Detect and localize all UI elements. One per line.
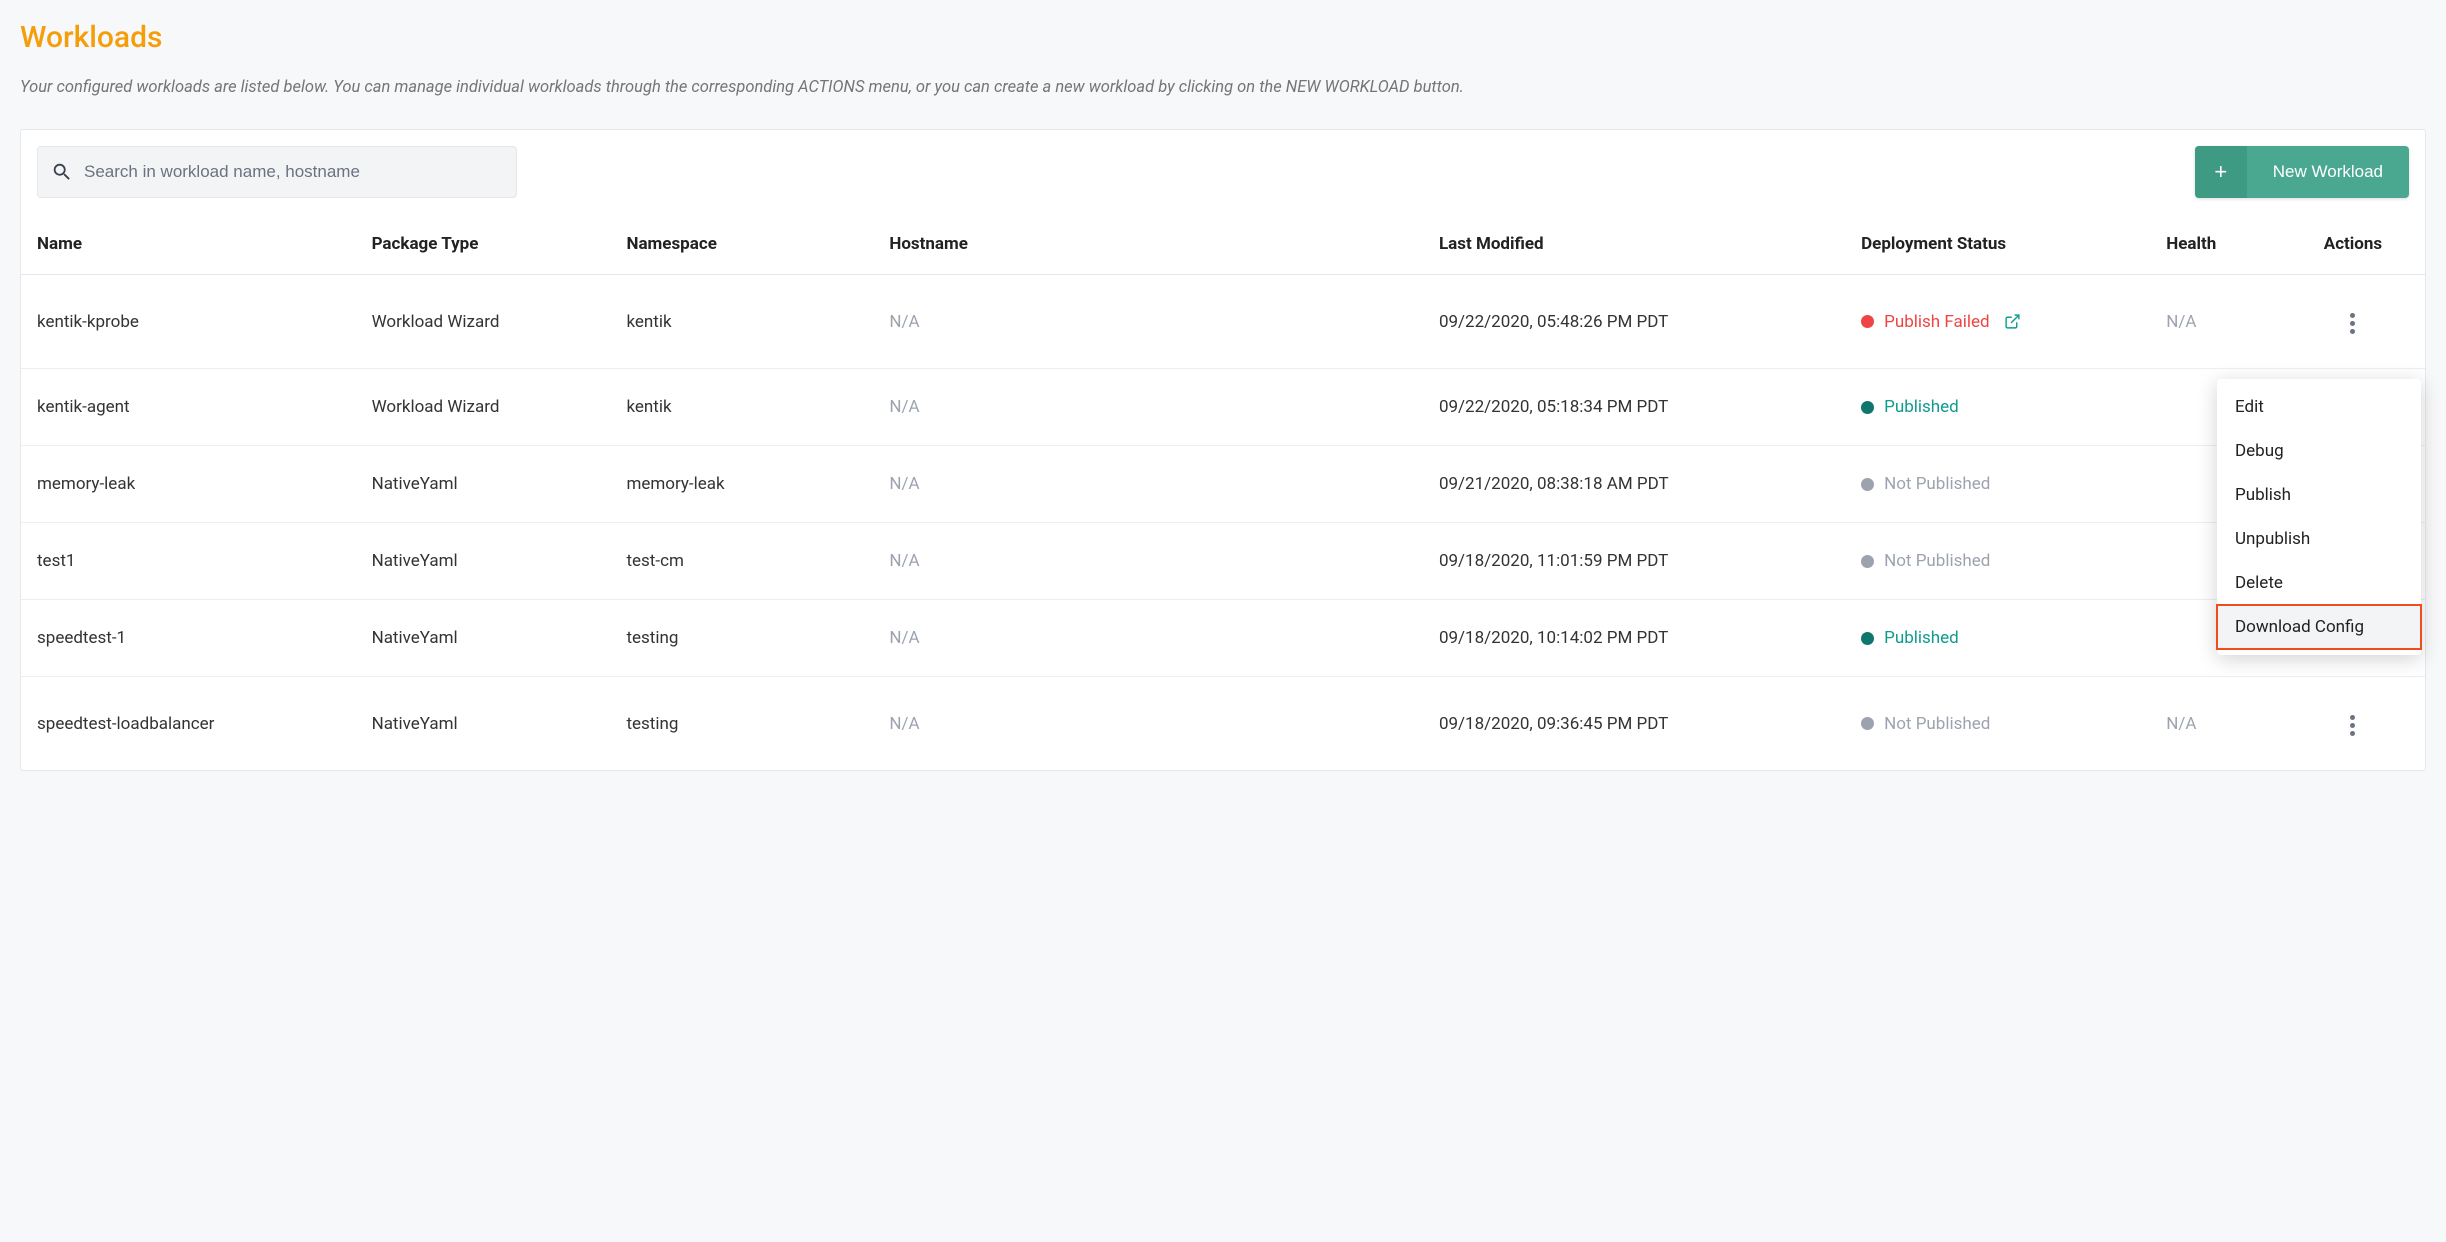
- cell-hostname: N/A: [873, 369, 1423, 446]
- table-row[interactable]: speedtest-1NativeYamltestingN/A09/18/202…: [21, 600, 2425, 677]
- cell-package-type: NativeYaml: [356, 600, 611, 677]
- new-workload-button[interactable]: + New Workload: [2195, 146, 2409, 198]
- table-row[interactable]: kentik-kprobeWorkload WizardkentikN/A09/…: [21, 275, 2425, 369]
- cell-deployment-status: Not Published: [1845, 446, 2150, 523]
- col-health[interactable]: Health: [2150, 214, 2281, 275]
- workloads-card: + New Workload Name Package Type Namespa…: [20, 129, 2426, 771]
- plus-icon: +: [2195, 146, 2247, 198]
- cell-last-modified: 09/18/2020, 11:01:59 PM PDT: [1423, 523, 1845, 600]
- cell-actions: [2281, 275, 2425, 369]
- page-title: Workloads: [20, 20, 2426, 55]
- cell-last-modified: 09/18/2020, 09:36:45 PM PDT: [1423, 677, 1845, 771]
- page-subtitle: Your configured workloads are listed bel…: [20, 75, 1520, 101]
- table-row[interactable]: memory-leakNativeYamlmemory-leakN/A09/21…: [21, 446, 2425, 523]
- cell-name: memory-leak: [21, 446, 356, 523]
- table-header-row: Name Package Type Namespace Hostname Las…: [21, 214, 2425, 275]
- cell-name: kentik-kprobe: [21, 275, 356, 369]
- status-dot: [1861, 315, 1874, 328]
- health-value: N/A: [2166, 312, 2196, 332]
- cell-namespace: kentik: [610, 275, 873, 369]
- cell-last-modified: 09/18/2020, 10:14:02 PM PDT: [1423, 600, 1845, 677]
- cell-name: kentik-agent: [21, 369, 356, 446]
- cell-package-type: Workload Wizard: [356, 369, 611, 446]
- status-dot: [1861, 478, 1874, 491]
- cell-health: N/A: [2150, 275, 2281, 369]
- col-hostname[interactable]: Hostname: [873, 214, 1423, 275]
- cell-namespace: testing: [610, 677, 873, 771]
- health-value: N/A: [2166, 714, 2196, 734]
- cell-namespace: kentik: [610, 369, 873, 446]
- status-text: Not Published: [1884, 714, 1990, 734]
- menu-item-download-config[interactable]: Download Config: [2217, 605, 2421, 649]
- status-text: Published: [1884, 397, 1959, 417]
- actions-kebab[interactable]: [2344, 709, 2361, 742]
- cell-deployment-status: Published: [1845, 600, 2150, 677]
- cell-name: speedtest-1: [21, 600, 356, 677]
- col-namespace[interactable]: Namespace: [610, 214, 873, 275]
- actions-kebab[interactable]: [2344, 307, 2361, 340]
- cell-hostname: N/A: [873, 275, 1423, 369]
- cell-name: speedtest-loadbalancer: [21, 677, 356, 771]
- new-workload-label: New Workload: [2247, 146, 2409, 198]
- table-row[interactable]: kentik-agentWorkload WizardkentikN/A09/2…: [21, 369, 2425, 446]
- cell-last-modified: 09/22/2020, 05:18:34 PM PDT: [1423, 369, 1845, 446]
- cell-namespace: test-cm: [610, 523, 873, 600]
- card-header: + New Workload: [21, 130, 2425, 214]
- cell-package-type: NativeYaml: [356, 523, 611, 600]
- menu-item-debug[interactable]: Debug: [2217, 429, 2421, 473]
- col-last-modified[interactable]: Last Modified: [1423, 214, 1845, 275]
- search-icon: [51, 161, 73, 183]
- menu-item-delete[interactable]: Delete: [2217, 561, 2421, 605]
- menu-item-edit[interactable]: Edit: [2217, 385, 2421, 429]
- cell-deployment-status: Not Published: [1845, 677, 2150, 771]
- status-dot: [1861, 632, 1874, 645]
- cell-name: test1: [21, 523, 356, 600]
- table-wrap: Name Package Type Namespace Hostname Las…: [21, 214, 2425, 770]
- cell-namespace: testing: [610, 600, 873, 677]
- menu-item-unpublish[interactable]: Unpublish: [2217, 517, 2421, 561]
- status-text: Published: [1884, 628, 1959, 648]
- cell-package-type: NativeYaml: [356, 677, 611, 771]
- table-row[interactable]: test1NativeYamltest-cmN/A09/18/2020, 11:…: [21, 523, 2425, 600]
- cell-deployment-status: Publish Failed: [1845, 275, 2150, 369]
- status-dot: [1861, 401, 1874, 414]
- cell-hostname: N/A: [873, 677, 1423, 771]
- cell-package-type: NativeYaml: [356, 446, 611, 523]
- cell-deployment-status: Published: [1845, 369, 2150, 446]
- search-input[interactable]: [37, 146, 517, 198]
- cell-package-type: Workload Wizard: [356, 275, 611, 369]
- col-actions: Actions: [2281, 214, 2425, 275]
- actions-menu[interactable]: EditDebugPublishUnpublishDeleteDownload …: [2217, 379, 2421, 655]
- cell-hostname: N/A: [873, 446, 1423, 523]
- status-dot: [1861, 555, 1874, 568]
- status-dot: [1861, 717, 1874, 730]
- status-text: Not Published: [1884, 474, 1990, 494]
- cell-last-modified: 09/21/2020, 08:38:18 AM PDT: [1423, 446, 1845, 523]
- col-deployment-status[interactable]: Deployment Status: [1845, 214, 2150, 275]
- cell-health: N/A: [2150, 677, 2281, 771]
- status-text: Not Published: [1884, 551, 1990, 571]
- cell-deployment-status: Not Published: [1845, 523, 2150, 600]
- search-wrap: [37, 146, 517, 198]
- col-name[interactable]: Name: [21, 214, 356, 275]
- cell-last-modified: 09/22/2020, 05:48:26 PM PDT: [1423, 275, 1845, 369]
- col-package-type[interactable]: Package Type: [356, 214, 611, 275]
- menu-item-publish[interactable]: Publish: [2217, 473, 2421, 517]
- cell-namespace: memory-leak: [610, 446, 873, 523]
- table-row[interactable]: speedtest-loadbalancerNativeYamltestingN…: [21, 677, 2425, 771]
- status-text: Publish Failed: [1884, 312, 1990, 332]
- workloads-table: Name Package Type Namespace Hostname Las…: [21, 214, 2425, 770]
- cell-actions: [2281, 677, 2425, 771]
- external-link-icon[interactable]: [2004, 313, 2021, 330]
- cell-hostname: N/A: [873, 600, 1423, 677]
- cell-hostname: N/A: [873, 523, 1423, 600]
